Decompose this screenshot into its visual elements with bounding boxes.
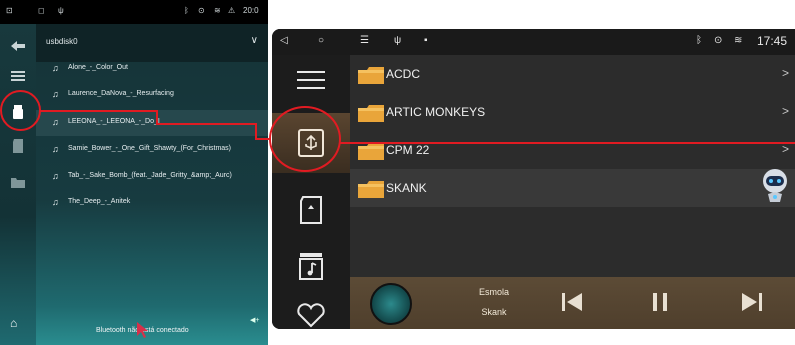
- warning-icon: ⚠: [228, 6, 236, 15]
- track-row[interactable]: ♫ Tab_-_Sake_Bomb_(feat._Jade_Gritty_&am…: [36, 164, 268, 190]
- window-icon: ⊡: [6, 6, 13, 15]
- connector-line: [156, 123, 256, 125]
- wifi-icon: ≋: [214, 6, 221, 15]
- right-rail: [272, 55, 350, 329]
- left-rail: [0, 24, 36, 345]
- usb-status-icon: ψ: [394, 35, 402, 46]
- pause-icon[interactable]: [646, 289, 674, 315]
- chevron-right-icon: >: [781, 66, 789, 80]
- music-note-icon: ♫: [52, 144, 59, 154]
- track-row[interactable]: ♫ Laurence_DaNova_-_Resurfacing: [36, 82, 268, 108]
- music-note-icon: ♫: [52, 63, 59, 73]
- menu-icon[interactable]: [9, 68, 27, 84]
- menu-icon[interactable]: ☰: [360, 35, 369, 46]
- volume-up-icon[interactable]: ◀+: [250, 316, 259, 324]
- folder-icon: [358, 105, 384, 122]
- home-circle-icon[interactable]: ○: [318, 35, 324, 46]
- folder-icon: [358, 67, 384, 84]
- chevron-down-icon: ∨: [250, 35, 258, 46]
- bluetooth-icon: ᛒ: [696, 35, 702, 46]
- previous-track-icon[interactable]: [558, 289, 586, 315]
- connector-line: [255, 138, 271, 140]
- location-icon: ⊙: [198, 6, 205, 15]
- home-icon[interactable]: ⌂: [10, 316, 17, 330]
- folder-row[interactable]: ACDC >: [350, 55, 795, 93]
- music-note-icon: ♫: [52, 117, 59, 127]
- track-title: The_Deep_-_Anitek: [68, 198, 131, 205]
- track-row[interactable]: ♫ Samie_Bower_-_One_Gift_Shawty_(For_Chr…: [36, 137, 268, 163]
- folder-icon[interactable]: [9, 174, 27, 190]
- next-track-icon[interactable]: [738, 289, 766, 315]
- right-status-bar: ◁ ○ ☰ ψ ▪ ᛒ ⊙ ≋ 17:45: [272, 29, 795, 55]
- music-note-icon: ♫: [52, 197, 59, 207]
- folder-name: SKANK: [386, 181, 427, 195]
- player-bar: Esmola Skank: [350, 277, 795, 329]
- track-title: Laurence_DaNova_-_Resurfacing: [68, 90, 174, 97]
- song-artist: Skank: [481, 307, 507, 317]
- device-name: usbdisk0: [46, 37, 78, 46]
- connector-line: [156, 110, 158, 124]
- chevron-right-icon: >: [781, 104, 789, 118]
- folder-name: ARTIC MONKEYS: [386, 105, 486, 119]
- square-icon: ◻: [38, 6, 45, 15]
- track-title: LEEONA_-_LEEONA_-_Do_I: [68, 118, 160, 125]
- track-row[interactable]: ♫ The_Deep_-_Anitek: [36, 190, 268, 216]
- left-status-bar: ⊡ ◻ ψ ᛒ ⊙ ≋ ⚠ 20:0: [0, 0, 268, 24]
- track-row[interactable]: ♫ Alone_-_Color_Out: [36, 56, 268, 82]
- back-triangle-icon[interactable]: ◁: [280, 35, 288, 46]
- location-icon: ⊙: [714, 35, 723, 46]
- folder-name: CPM 22: [386, 143, 430, 157]
- stage: ⊡ ◻ ψ ᛒ ⊙ ≋ ⚠ 20:0 usbdisk0 ∨ ♫ Alone_-_…: [0, 0, 795, 345]
- left-screen: ⊡ ◻ ψ ᛒ ⊙ ≋ ⚠ 20:0 usbdisk0 ∨ ♫ Alone_-_…: [0, 0, 268, 345]
- music-folder-icon[interactable]: [293, 251, 329, 281]
- list-icon[interactable]: [293, 65, 329, 95]
- highlight-circle-right: [269, 106, 341, 172]
- cursor-icon: [137, 322, 148, 338]
- music-note-icon: ♫: [52, 89, 59, 99]
- folder-row[interactable]: CPM 22 >: [350, 131, 795, 169]
- folder-icon: [358, 181, 384, 198]
- folder-list: ACDC > ARTIC MONKEYS > CPM 22 > SKANK: [350, 55, 795, 277]
- left-main: usbdisk0 ∨ ♫ Alone_-_Color_Out ♫ Laurenc…: [36, 24, 268, 345]
- folder-name: ACDC: [386, 67, 421, 81]
- connector-line: [255, 123, 257, 139]
- wifi-icon: ≋: [734, 35, 743, 46]
- bluetooth-icon: ᛒ: [184, 6, 189, 15]
- highlight-circle-left: [0, 90, 41, 131]
- heart-icon[interactable]: [293, 300, 329, 329]
- back-arrow-icon[interactable]: [9, 38, 27, 54]
- right-clock: 17:45: [757, 34, 788, 48]
- folder-row[interactable]: ARTIC MONKEYS >: [350, 93, 795, 131]
- album-art[interactable]: [370, 283, 412, 325]
- track-title: Alone_-_Color_Out: [68, 64, 128, 71]
- chevron-right-icon: >: [781, 142, 789, 156]
- folder-row[interactable]: SKANK: [350, 169, 795, 207]
- left-clock: 20:0: [243, 6, 259, 15]
- sd-card-icon[interactable]: [9, 138, 27, 154]
- voice-assistant-icon[interactable]: [760, 168, 790, 204]
- connector-line: [39, 110, 157, 112]
- track-title: Samie_Bower_-_One_Gift_Shawty_(For_Chris…: [68, 145, 232, 152]
- folder-icon: [358, 143, 384, 160]
- music-note-icon: ♫: [52, 171, 59, 181]
- right-screen: ◁ ○ ☰ ψ ▪ ᛒ ⊙ ≋ 17:45 ACDC > ARTIC MONKE…: [272, 29, 795, 329]
- usb-status-icon: ψ: [58, 6, 64, 15]
- sd-card-icon[interactable]: [293, 195, 329, 225]
- connector-line: [339, 142, 795, 144]
- track-title: Tab_-_Sake_Bomb_(feat._Jade_Gritty_&amp;…: [68, 172, 232, 179]
- sd-status-icon: ▪: [424, 35, 428, 46]
- song-title: Esmola: [478, 287, 509, 297]
